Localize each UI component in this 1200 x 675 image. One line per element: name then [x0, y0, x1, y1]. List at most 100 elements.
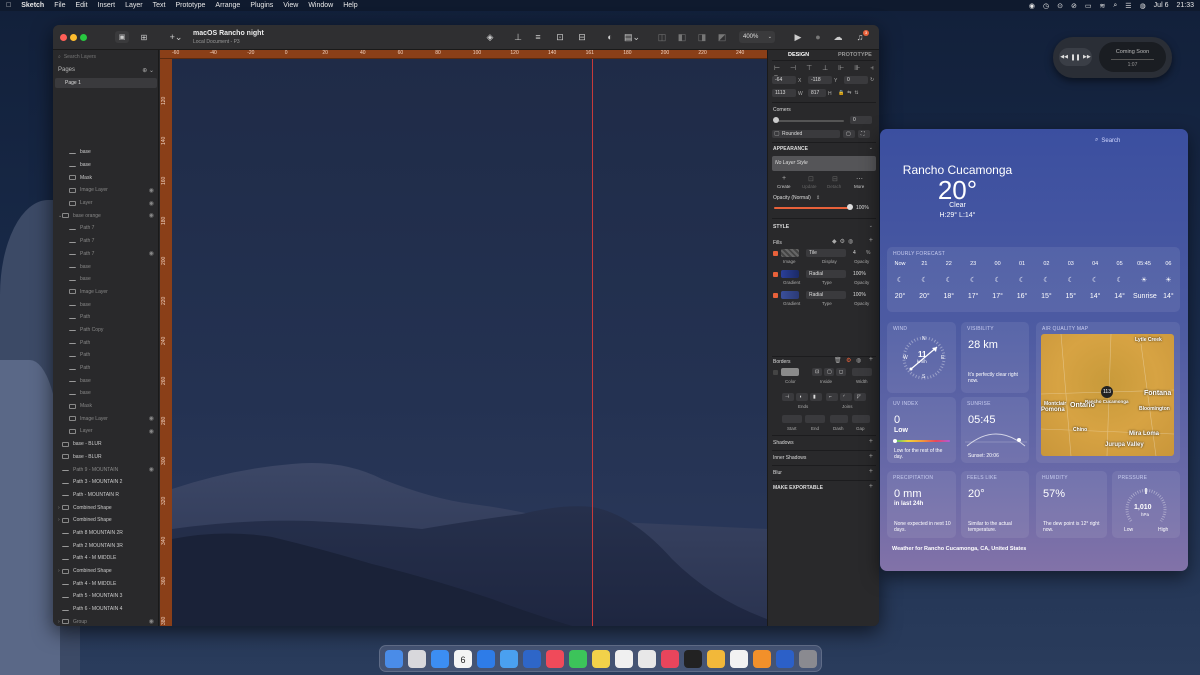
- zoom-select[interactable]: 400% ⌄: [739, 31, 775, 43]
- layer-row[interactable]: base: [53, 273, 159, 286]
- chevron-icon[interactable]: ⌄: [58, 213, 62, 219]
- join-bevel-icon[interactable]: ◸: [854, 393, 866, 401]
- layer-row[interactable]: › Combined Shape: [53, 514, 159, 527]
- cloud-sync-icon[interactable]: ●: [811, 31, 825, 43]
- chevron-icon[interactable]: ›: [58, 505, 60, 511]
- line-end-round-icon[interactable]: ◖: [796, 393, 808, 401]
- layer-row[interactable]: Path 7: [53, 222, 159, 235]
- dock-app-icloud-drive[interactable]: [500, 650, 518, 668]
- distribute-icon[interactable]: ≡: [531, 31, 545, 43]
- uv-index-card[interactable]: UV INDEX 0 Low Low for the rest of the d…: [887, 397, 956, 463]
- horizontal-ruler[interactable]: -60 -40 -20 0 20 40 60 80 100 120 140 161 180 200 220 2…: [160, 50, 767, 59]
- intersect-icon[interactable]: ◨: [695, 31, 709, 43]
- weather-footer[interactable]: Weather for Rancho Cucamonga, CA, United…: [892, 546, 1026, 552]
- visibility-eye-icon[interactable]: ◉: [149, 415, 154, 422]
- layer-row[interactable]: Path: [53, 336, 159, 349]
- dock-app-launchpad[interactable]: [408, 650, 426, 668]
- rotate-icon[interactable]: ↻: [870, 77, 874, 83]
- menu-edit[interactable]: Edit: [76, 2, 88, 9]
- visibility-eye-icon[interactable]: ◉: [149, 200, 154, 207]
- fill-type-select[interactable]: Tile: [806, 249, 846, 257]
- layer-row[interactable]: Path 5 - MOUNTAIN 3: [53, 590, 159, 603]
- lock-flip-icons[interactable]: 🔒⇆⇅: [838, 90, 862, 96]
- fill-value-input[interactable]: 4: [850, 249, 862, 257]
- menu-layer[interactable]: Layer: [125, 2, 143, 9]
- dock-app-finder[interactable]: [385, 650, 403, 668]
- layer-row[interactable]: Mask: [53, 171, 159, 184]
- visibility-eye-icon[interactable]: ◉: [149, 187, 154, 194]
- status-pin-icon[interactable]: ⊘: [1071, 2, 1077, 10]
- close-button[interactable]: [60, 34, 67, 41]
- apple-icon[interactable]: : [6, 2, 11, 9]
- mask-icon[interactable]: ◐: [603, 31, 617, 43]
- corners-input[interactable]: 0: [850, 116, 872, 124]
- arrange-icon[interactable]: ▤⌄: [624, 31, 640, 43]
- layer-row[interactable]: Path 7 ◉: [53, 248, 159, 261]
- layer-row[interactable]: Layer ◉: [53, 197, 159, 210]
- dock-app-trash[interactable]: [799, 650, 817, 668]
- border-style-icon[interactable]: ◍: [856, 357, 861, 364]
- menu-app-name[interactable]: Sketch: [21, 2, 44, 9]
- humidity-card[interactable]: HUMIDITY 57% The dew point is 12° right …: [1036, 471, 1107, 538]
- border-checkbox[interactable]: [773, 370, 778, 375]
- rotation-input[interactable]: 0: [844, 76, 868, 84]
- sidebar-toggle-icon[interactable]: ▣: [115, 31, 129, 43]
- dock-app-messages[interactable]: [569, 650, 587, 668]
- layer-row[interactable]: base: [53, 298, 159, 311]
- dock-app-activity[interactable]: [684, 650, 702, 668]
- hourly-forecast-card[interactable]: HOURLY FORECAST Now ☾ 20° 21 ☾ 20° 22 ☾ 18° 23 ☾ 17…: [887, 247, 1180, 312]
- fill-type-select[interactable]: Radial: [806, 291, 846, 299]
- gap-input[interactable]: [852, 415, 870, 423]
- visibility-eye-icon[interactable]: ◉: [149, 466, 154, 473]
- song-info[interactable]: Coming Soon 1:07: [1099, 42, 1166, 72]
- dock-app-calendar[interactable]: 6: [454, 650, 472, 668]
- dock-app-music[interactable]: [546, 650, 564, 668]
- layer-row[interactable]: › Group ◉: [53, 615, 159, 626]
- add-inner-shadow-icon[interactable]: +: [869, 453, 873, 460]
- dock-app-safari[interactable]: [431, 650, 449, 668]
- chevron-down-icon[interactable]: ⌄: [869, 145, 873, 151]
- sunrise-card[interactable]: SUNRISE 05:45 Sunset: 20:06: [961, 397, 1029, 463]
- battery-icon[interactable]: ▭: [1085, 2, 1092, 10]
- dock-app-mail[interactable]: [477, 650, 495, 668]
- corners-slider[interactable]: [774, 120, 844, 122]
- next-track-icon[interactable]: ▶▶: [1083, 54, 1091, 60]
- scale-icon[interactable]: ⊡: [553, 31, 567, 43]
- subtract-icon[interactable]: ◧: [675, 31, 689, 43]
- width-input[interactable]: 1113: [772, 89, 796, 97]
- air-quality-map-card[interactable]: AIR QUALITY MAP Lytle Creek Ontario Ranc…: [1036, 322, 1180, 463]
- fill-checkbox[interactable]: [773, 251, 778, 256]
- previous-track-icon[interactable]: ◀◀: [1060, 54, 1068, 60]
- menubar-date[interactable]: Jul 6: [1154, 2, 1169, 9]
- add-fill-icon[interactable]: +: [869, 237, 873, 244]
- difference-icon[interactable]: ◩: [715, 31, 729, 43]
- layer-row[interactable]: › Combined Shape: [53, 565, 159, 578]
- pressure-card[interactable]: PRESSURE 1,010 hPa Low High: [1112, 471, 1180, 538]
- layer-row[interactable]: Path: [53, 362, 159, 375]
- status-timer-icon[interactable]: ⊙: [1057, 2, 1063, 10]
- tab-prototype[interactable]: PROTOTYPE: [838, 52, 872, 58]
- menubar-time[interactable]: 21:33: [1176, 2, 1194, 9]
- layer-row[interactable]: base: [53, 260, 159, 273]
- dock-app-sketch[interactable]: [707, 650, 725, 668]
- dock-app-notes[interactable]: [592, 650, 610, 668]
- fill-checkbox[interactable]: [773, 293, 778, 298]
- layer-row[interactable]: base: [53, 374, 159, 387]
- vertical-ruler[interactable]: 120 140 160 180 200 220 240 260 280 300 320 340 360 3…: [160, 59, 172, 626]
- dock-app-contacts[interactable]: [730, 650, 748, 668]
- aqi-pin[interactable]: 113: [1101, 386, 1113, 398]
- smooth-corners-icon[interactable]: ▢: [843, 130, 855, 138]
- arrow-start-select[interactable]: [782, 415, 802, 423]
- x-input[interactable]: -64: [772, 76, 796, 84]
- layer-row[interactable]: base: [53, 387, 159, 400]
- tab-design[interactable]: DESIGN: [788, 52, 809, 58]
- menu-plugins[interactable]: Plugins: [250, 2, 273, 9]
- fill-value-input[interactable]: 100%: [850, 291, 872, 299]
- create-style-icon[interactable]: +: [782, 175, 786, 182]
- feels-like-card[interactable]: FEELS LIKE 20° Similar to the actual tem…: [961, 471, 1029, 538]
- dock-app-preview[interactable]: [615, 650, 633, 668]
- layer-row[interactable]: Image Layer ◉: [53, 412, 159, 425]
- chevron-icon[interactable]: ›: [58, 619, 60, 625]
- dock-app-tasks[interactable]: [523, 650, 541, 668]
- fill-options-icons[interactable]: ◆⚙◍: [832, 238, 856, 245]
